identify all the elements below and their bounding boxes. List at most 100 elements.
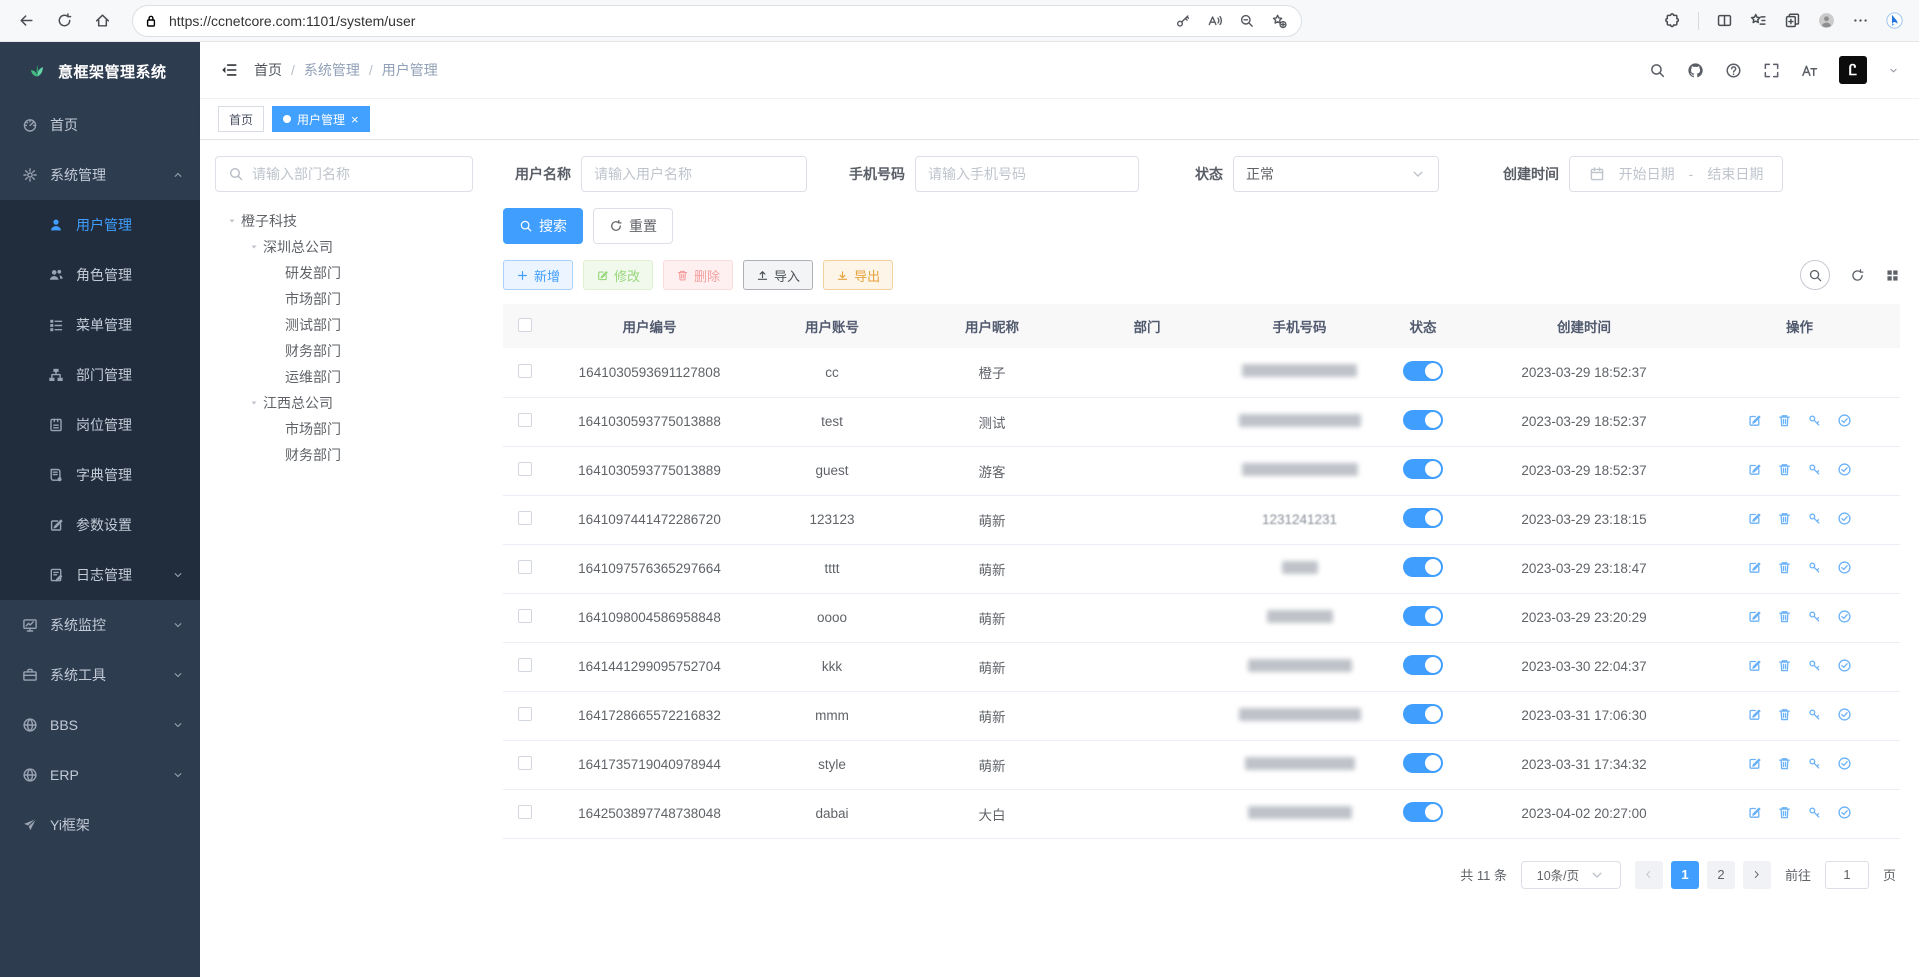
row-checkbox[interactable] xyxy=(518,462,532,476)
fullscreen-icon[interactable] xyxy=(1763,62,1780,79)
row-reset-password-icon[interactable] xyxy=(1807,805,1822,820)
sidebar-item-字典管理[interactable]: 字典管理 xyxy=(0,450,200,500)
sidebar-item-参数设置[interactable]: 参数设置 xyxy=(0,500,200,550)
github-icon[interactable] xyxy=(1687,62,1704,79)
tree-expand-arrow-icon[interactable] xyxy=(245,242,263,252)
tree-node-研发部门[interactable]: 研发部门 xyxy=(219,260,473,286)
row-assign-role-icon[interactable] xyxy=(1837,462,1852,477)
row-delete-icon[interactable] xyxy=(1777,658,1792,673)
url-text[interactable]: https://ccnetcore.com:1101/system/user xyxy=(169,13,1175,29)
tree-node-橙子科技[interactable]: 橙子科技 xyxy=(219,208,473,234)
browser-menu-ellipsis-icon[interactable] xyxy=(1852,12,1869,29)
status-toggle[interactable] xyxy=(1403,508,1443,528)
tab-用户管理[interactable]: 用户管理× xyxy=(272,106,370,132)
column-settings-grid-icon[interactable] xyxy=(1885,268,1900,283)
search-button[interactable]: 搜索 xyxy=(503,208,583,244)
status-toggle[interactable] xyxy=(1403,361,1443,381)
breadcrumb-item[interactable]: 用户管理 xyxy=(382,60,438,80)
row-edit-icon[interactable] xyxy=(1747,413,1762,428)
sidebar-item-系统监控[interactable]: 系统监控 xyxy=(0,600,200,650)
row-delete-icon[interactable] xyxy=(1777,511,1792,526)
row-assign-role-icon[interactable] xyxy=(1837,707,1852,722)
tree-expand-arrow-icon[interactable] xyxy=(245,398,263,408)
row-delete-icon[interactable] xyxy=(1777,413,1792,428)
refresh-table-button[interactable] xyxy=(1850,268,1865,283)
sidebar-collapse-icon[interactable] xyxy=(220,61,238,79)
username-input[interactable]: 请输入用户名称 xyxy=(581,156,807,192)
tree-node-财务部门[interactable]: 财务部门 xyxy=(219,442,473,468)
tree-node-深圳总公司[interactable]: 深圳总公司 xyxy=(219,234,473,260)
prev-page-button[interactable] xyxy=(1635,861,1663,889)
sidebar-item-系统管理[interactable]: 系统管理 xyxy=(0,150,200,200)
zoom-icon[interactable] xyxy=(1239,13,1255,29)
collections-icon[interactable] xyxy=(1784,12,1801,29)
row-reset-password-icon[interactable] xyxy=(1807,413,1822,428)
row-delete-icon[interactable] xyxy=(1777,707,1792,722)
reset-button[interactable]: 重置 xyxy=(593,208,673,244)
row-reset-password-icon[interactable] xyxy=(1807,609,1822,624)
row-checkbox[interactable] xyxy=(518,413,532,427)
tree-node-市场部门[interactable]: 市场部门 xyxy=(219,416,473,442)
avatar-caret-down-icon[interactable] xyxy=(1888,65,1899,76)
extensions-icon[interactable] xyxy=(1664,12,1681,29)
close-icon[interactable]: × xyxy=(351,113,359,126)
font-size-icon[interactable] xyxy=(1801,62,1818,79)
sidebar-item-部门管理[interactable]: 部门管理 xyxy=(0,350,200,400)
browser-home-button[interactable] xyxy=(86,5,118,37)
sidebar-item-岗位管理[interactable]: 岗位管理 xyxy=(0,400,200,450)
row-reset-password-icon[interactable] xyxy=(1807,707,1822,722)
row-reset-password-icon[interactable] xyxy=(1807,511,1822,526)
row-edit-icon[interactable] xyxy=(1747,511,1762,526)
row-reset-password-icon[interactable] xyxy=(1807,756,1822,771)
password-key-icon[interactable] xyxy=(1175,13,1191,29)
row-edit-icon[interactable] xyxy=(1747,805,1762,820)
select-all-checkbox[interactable] xyxy=(518,318,532,332)
row-edit-icon[interactable] xyxy=(1747,756,1762,771)
status-select[interactable]: 正常 xyxy=(1233,156,1439,192)
tree-node-测试部门[interactable]: 测试部门 xyxy=(219,312,473,338)
status-toggle[interactable] xyxy=(1403,410,1443,430)
row-assign-role-icon[interactable] xyxy=(1837,658,1852,673)
row-edit-icon[interactable] xyxy=(1747,609,1762,624)
tree-node-财务部门[interactable]: 财务部门 xyxy=(219,338,473,364)
help-question-icon[interactable] xyxy=(1725,62,1742,79)
row-edit-icon[interactable] xyxy=(1747,707,1762,722)
row-reset-password-icon[interactable] xyxy=(1807,560,1822,575)
add-button[interactable]: 新增 xyxy=(503,260,573,290)
tab-首页[interactable]: 首页 xyxy=(218,106,264,132)
copilot-bing-icon[interactable] xyxy=(1886,12,1903,29)
status-toggle[interactable] xyxy=(1403,753,1443,773)
delete-button[interactable]: 删除 xyxy=(663,260,733,290)
browser-back-button[interactable] xyxy=(10,5,42,37)
sidebar-item-菜单管理[interactable]: 菜单管理 xyxy=(0,300,200,350)
goto-page-input[interactable]: 1 xyxy=(1825,861,1869,889)
status-toggle[interactable] xyxy=(1403,606,1443,626)
row-delete-icon[interactable] xyxy=(1777,609,1792,624)
page-size-select[interactable]: 10条/页 xyxy=(1521,861,1621,889)
sidebar-item-角色管理[interactable]: 角色管理 xyxy=(0,250,200,300)
browser-profile-avatar[interactable] xyxy=(1818,12,1835,29)
tree-node-市场部门[interactable]: 市场部门 xyxy=(219,286,473,312)
export-button[interactable]: 导出 xyxy=(823,260,893,290)
row-assign-role-icon[interactable] xyxy=(1837,560,1852,575)
row-checkbox[interactable] xyxy=(518,707,532,721)
row-delete-icon[interactable] xyxy=(1777,805,1792,820)
row-edit-icon[interactable] xyxy=(1747,560,1762,575)
row-checkbox[interactable] xyxy=(518,511,532,525)
row-reset-password-icon[interactable] xyxy=(1807,658,1822,673)
status-toggle[interactable] xyxy=(1403,655,1443,675)
row-checkbox[interactable] xyxy=(518,658,532,672)
split-screen-icon[interactable] xyxy=(1716,12,1733,29)
sidebar-item-系统工具[interactable]: 系统工具 xyxy=(0,650,200,700)
row-delete-icon[interactable] xyxy=(1777,560,1792,575)
sidebar-item-首页[interactable]: 首页 xyxy=(0,100,200,150)
row-checkbox[interactable] xyxy=(518,609,532,623)
sidebar-item-Yi框架[interactable]: Yi框架 xyxy=(0,800,200,850)
user-avatar[interactable]: Ꮭ xyxy=(1839,56,1867,84)
row-assign-role-icon[interactable] xyxy=(1837,609,1852,624)
row-assign-role-icon[interactable] xyxy=(1837,756,1852,771)
header-search-icon[interactable] xyxy=(1649,62,1666,79)
sidebar-item-用户管理[interactable]: 用户管理 xyxy=(0,200,200,250)
row-edit-icon[interactable] xyxy=(1747,462,1762,477)
toggle-search-button[interactable] xyxy=(1800,260,1830,290)
